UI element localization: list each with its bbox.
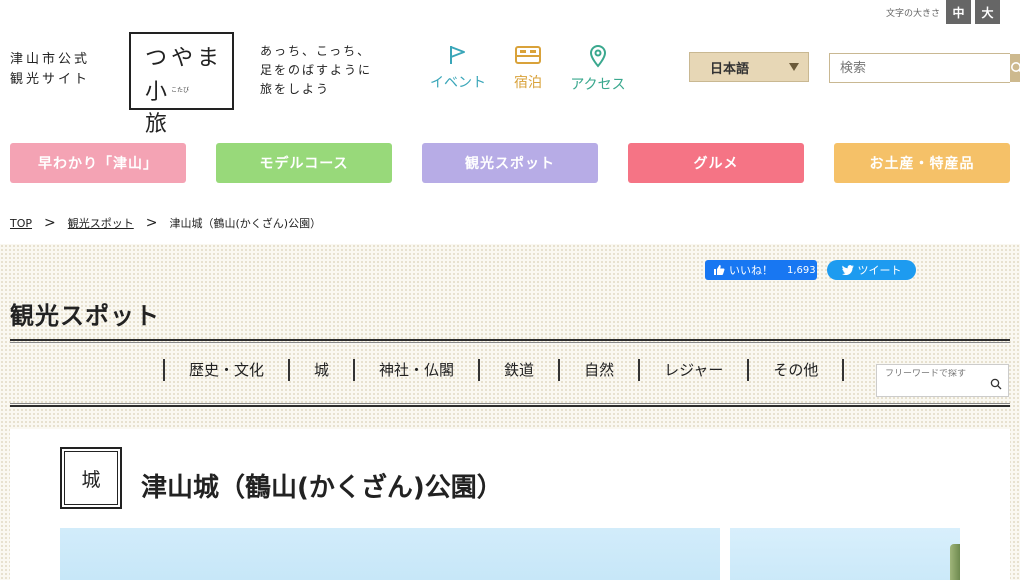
category-label: お土産・特産品	[869, 156, 975, 172]
breadcrumb-current: 津山城（鶴山(かくざん)公園）	[169, 217, 322, 230]
divider	[10, 403, 1010, 404]
spot-photo-main[interactable]	[60, 528, 720, 580]
category-nav: 早わかり「津山」 モデルコース 観光スポット グルメ お土産・特産品	[10, 143, 1010, 183]
search-icon[interactable]	[990, 378, 1002, 390]
map-pin-icon	[589, 45, 607, 68]
category-overview-button[interactable]: 早わかり「津山」	[10, 143, 186, 183]
catchphrase-line3: 旅をしよう	[260, 82, 331, 96]
bed-icon	[515, 46, 541, 64]
search-icon	[1011, 62, 1020, 73]
subnav-railway[interactable]: 鉄道	[478, 359, 558, 381]
category-label: 観光スポット	[465, 156, 555, 172]
breadcrumb-top-link[interactable]: TOP	[10, 217, 32, 230]
category-model-course-button[interactable]: モデルコース	[216, 143, 392, 183]
facebook-like-count: 1,693	[787, 264, 816, 276]
font-size-label: 文字の大きさ	[885, 8, 940, 19]
spot-subcategory-nav: 歴史・文化 城 神社・仏閣 鉄道 自然 レジャー その他	[163, 359, 845, 381]
spot-category-label: 城	[81, 468, 101, 491]
site-subtitle: 津山市公式 観光サイト	[10, 50, 90, 90]
catchphrase: あっち、こっち、 足をのばすように 旅をしよう	[260, 42, 372, 99]
spot-category-tag: 城	[60, 447, 122, 509]
category-gourmet-button[interactable]: グルメ	[628, 143, 804, 183]
freeword-search	[876, 364, 1009, 397]
breadcrumb: TOP > 観光スポット > 津山城（鶴山(かくざん)公園）	[10, 215, 321, 231]
nav-event[interactable]: イベント	[423, 44, 493, 92]
freeword-search-input[interactable]	[885, 369, 985, 379]
divider	[10, 342, 1010, 343]
category-label: モデルコース	[259, 156, 349, 172]
site-logo[interactable]: つやま 小旅 こたび	[129, 32, 234, 137]
nav-stay[interactable]: 宿泊	[493, 44, 563, 92]
divider	[10, 405, 1010, 407]
section-title: 観光スポット	[10, 302, 160, 330]
subnav-shrines-temples[interactable]: 神社・仏閣	[353, 359, 478, 381]
breadcrumb-separator: >	[145, 215, 158, 231]
tweet-label: ツイート	[857, 264, 902, 277]
language-select[interactable]: 日本語	[689, 52, 809, 82]
subnav-nature[interactable]: 自然	[558, 359, 638, 381]
facebook-like-button[interactable]: いいね！ 1,693	[705, 260, 817, 280]
subnav-leisure[interactable]: レジャー	[638, 359, 747, 381]
nav-stay-label: 宿泊	[514, 75, 542, 91]
spot-photo-secondary[interactable]	[730, 528, 960, 580]
category-label: グルメ	[693, 156, 739, 172]
site-subtitle-line2: 観光サイト	[10, 72, 91, 87]
breadcrumb-spots-link[interactable]: 観光スポット	[68, 215, 134, 231]
catchphrase-line2: 足をのばすように	[260, 63, 373, 77]
search-button[interactable]	[1010, 54, 1020, 82]
font-size-medium-button[interactable]: 中	[946, 0, 971, 24]
thumbs-up-icon	[714, 265, 725, 275]
spot-title: 津山城（鶴山(かくざん)公園）	[141, 473, 503, 503]
font-size-large-button[interactable]: 大	[975, 0, 1000, 24]
logo-title-line2: 小旅	[145, 80, 194, 137]
category-souvenir-button[interactable]: お土産・特産品	[834, 143, 1010, 183]
subnav-castle[interactable]: 城	[288, 359, 353, 381]
divider	[10, 339, 1010, 341]
category-label: 早わかり「津山」	[38, 156, 158, 172]
tree-shape	[950, 544, 960, 580]
tweet-button[interactable]: ツイート	[827, 260, 916, 280]
nav-access[interactable]: アクセス	[563, 44, 633, 94]
subnav-other[interactable]: その他	[747, 359, 845, 381]
flag-icon	[450, 46, 465, 64]
category-spots-button[interactable]: 観光スポット	[422, 143, 598, 183]
main-content: いいね！ 1,693 ツイート 観光スポット 歴史・文化 城 神社・仏閣 鉄道 …	[0, 244, 1020, 580]
site-search	[829, 53, 1020, 83]
social-buttons: いいね！ 1,693 ツイート	[705, 260, 916, 280]
logo-ruby: こたび	[171, 87, 190, 94]
logo-title-line1: つやま	[145, 46, 224, 71]
catchphrase-line1: あっち、こっち、	[260, 44, 372, 58]
nav-access-label: アクセス	[570, 77, 626, 93]
nav-event-label: イベント	[430, 75, 486, 91]
site-subtitle-line1: 津山市公式	[10, 52, 91, 67]
subnav-history-culture[interactable]: 歴史・文化	[163, 359, 288, 381]
language-selected: 日本語	[710, 61, 750, 77]
twitter-bird-icon	[841, 265, 854, 275]
spot-detail-card: 城 津山城（鶴山(かくざん)公園）	[10, 429, 1010, 580]
font-size-switcher: 文字の大きさ 中 大	[886, 0, 1000, 24]
dropdown-arrow-icon	[789, 63, 799, 71]
breadcrumb-separator: >	[44, 215, 56, 231]
search-input[interactable]	[830, 54, 1010, 82]
facebook-like-label: いいね！	[729, 264, 773, 277]
